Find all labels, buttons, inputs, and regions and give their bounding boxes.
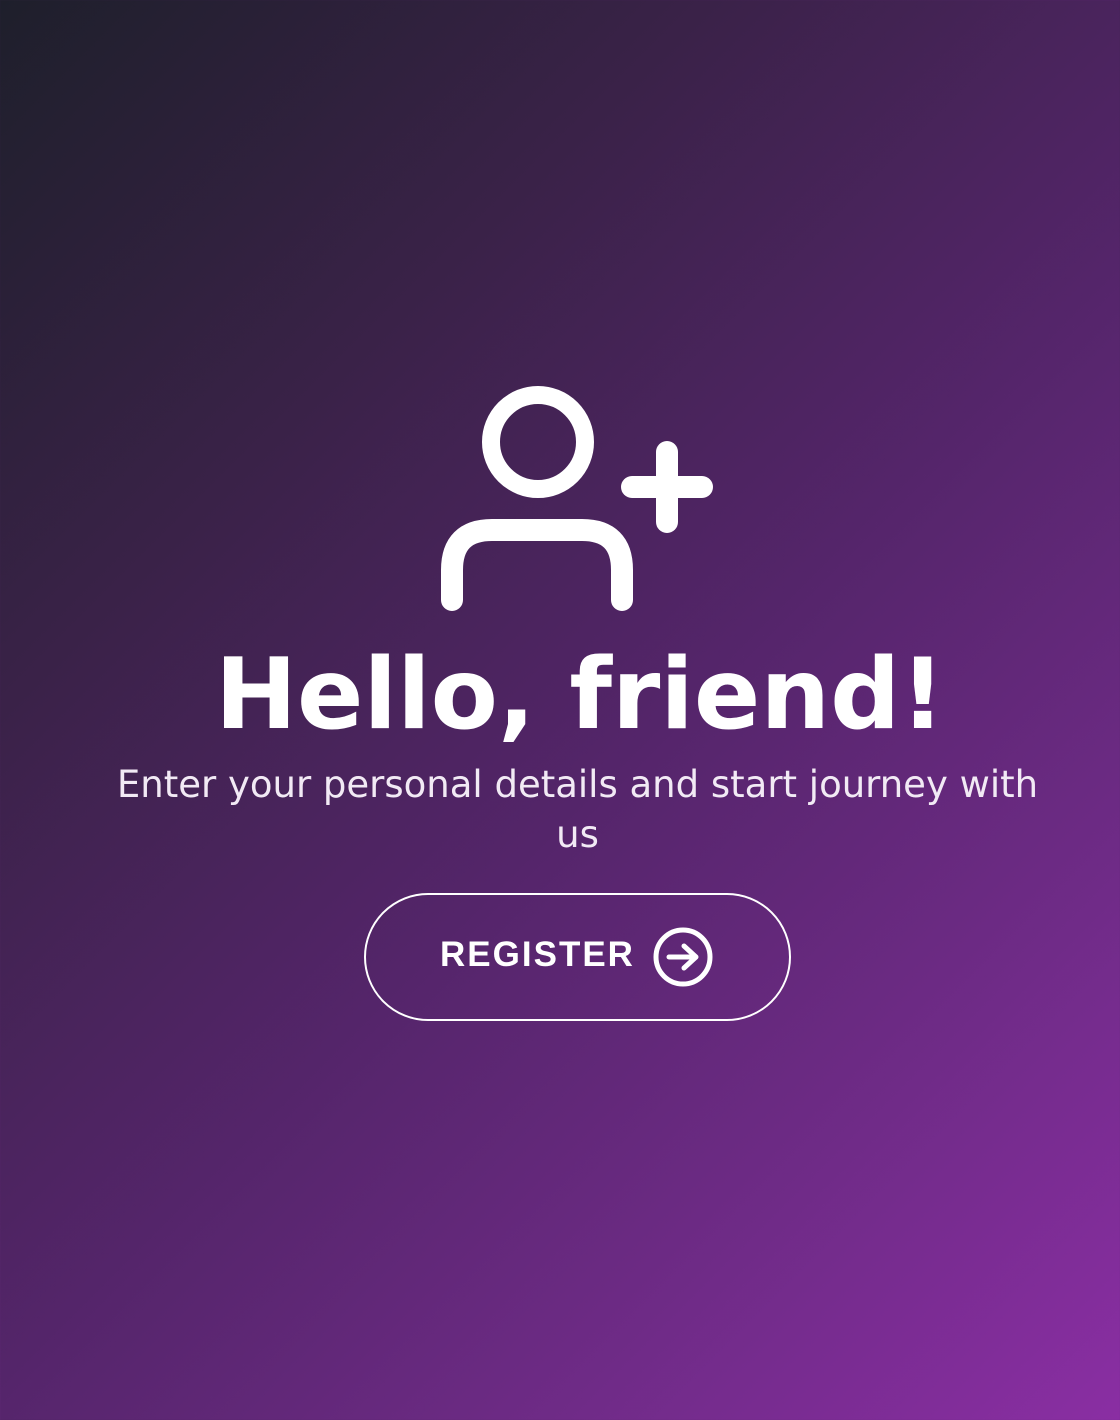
page-subtitle: Enter your personal details and start jo… [116, 763, 1039, 856]
arrow-right-circle-icon [651, 925, 715, 989]
register-button-label: REGISTER [440, 935, 635, 974]
add-user-icon [430, 380, 730, 620]
welcome-panel: Hello, friend! Enter your personal detai… [0, 0, 1120, 1420]
page-title: Hello, friend! [215, 638, 945, 752]
register-button[interactable]: REGISTER [364, 893, 791, 1021]
